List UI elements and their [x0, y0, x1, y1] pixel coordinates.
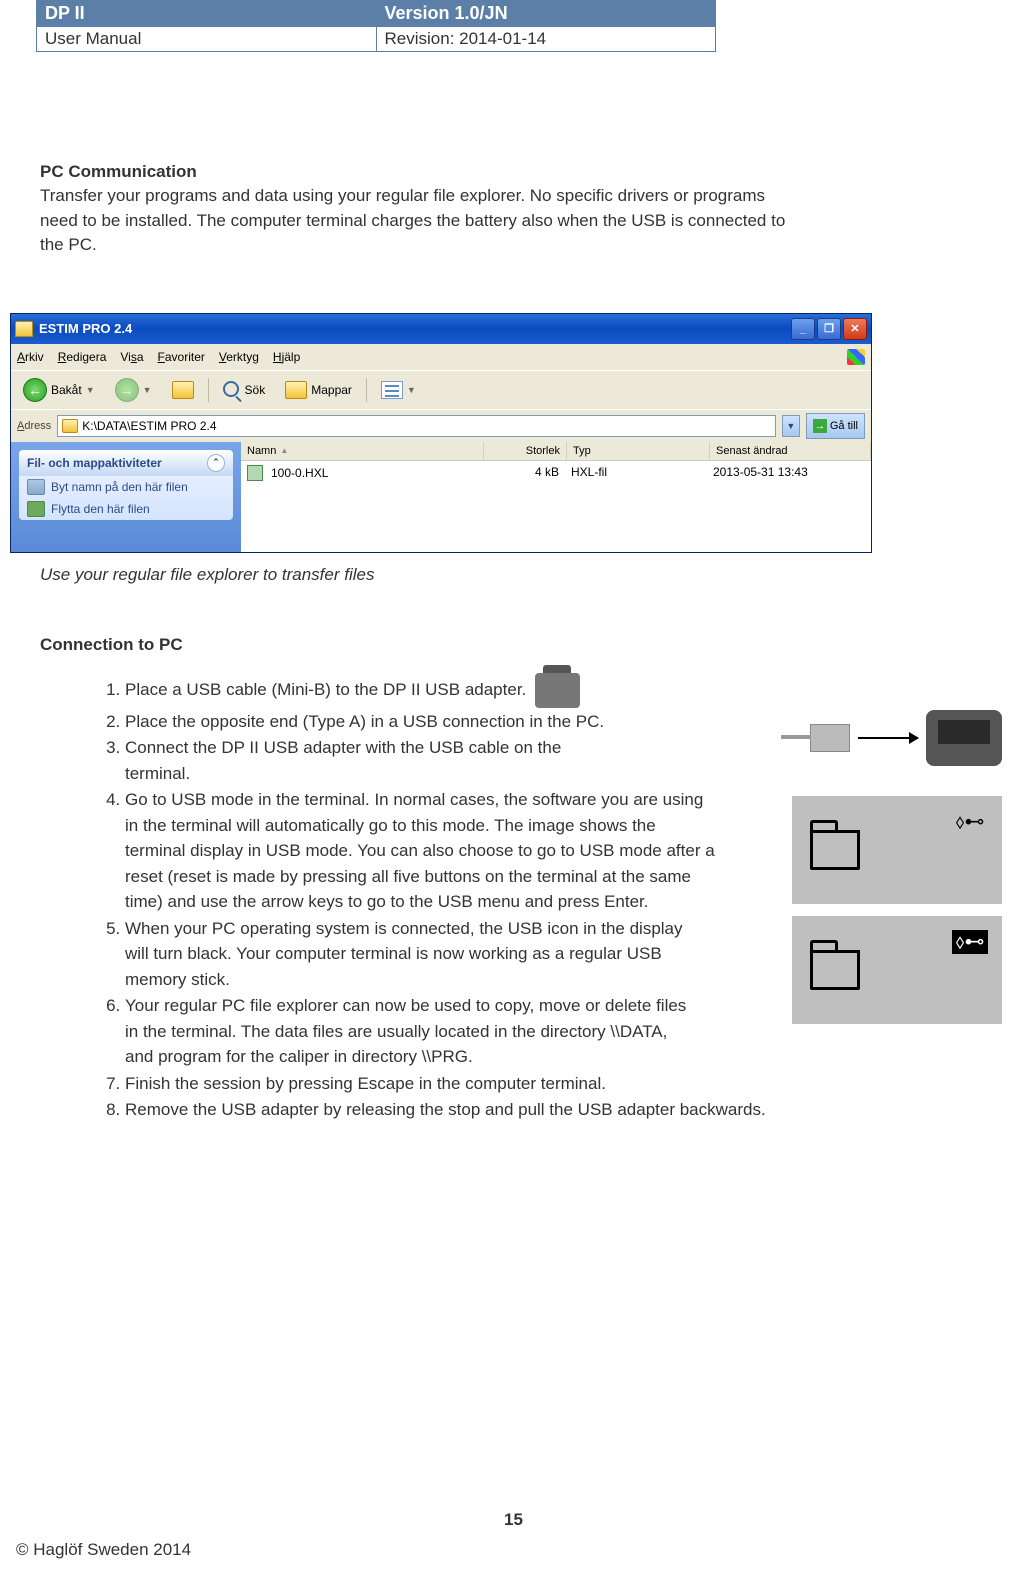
address-input[interactable]: K:\DATA\ESTIM PRO 2.4: [57, 415, 776, 437]
address-bar: Adress K:\DATA\ESTIM PRO 2.4 ▼ → Gå till: [11, 409, 871, 442]
go-arrow-icon: →: [813, 419, 827, 433]
up-button[interactable]: [166, 379, 200, 401]
pc-comm-title: PC Communication: [40, 162, 987, 182]
search-label: Sök: [245, 383, 266, 397]
file-size: 4 kB: [483, 463, 565, 483]
hdr-subtitle: User Manual: [37, 27, 377, 52]
explorer-caption: Use your regular file explorer to transf…: [40, 565, 987, 585]
rename-icon: [27, 479, 45, 495]
usb-icon: ⬨⊷: [952, 810, 988, 834]
side-images: ⬨⊷ ⬨⊷: [782, 710, 1002, 1024]
menu-redigera[interactable]: Redigera: [58, 350, 107, 364]
go-label: Gå till: [830, 420, 858, 432]
windows-flag-icon: [847, 349, 865, 365]
folders-label: Mappar: [311, 383, 352, 397]
menu-hjalp[interactable]: Hjälp: [273, 350, 300, 364]
explorer-menubar: Arkiv Redigera Visa Favoriter Verktyg Hj…: [11, 344, 871, 370]
folder-icon: [15, 321, 33, 337]
forward-icon: →: [115, 378, 139, 402]
menu-favoriter[interactable]: Favoriter: [158, 350, 205, 364]
folders-button[interactable]: Mappar: [279, 379, 358, 401]
step-8: Remove the USB adapter by releasing the …: [125, 1097, 795, 1123]
task-header-label: Fil- och mappaktiviteter: [27, 456, 162, 470]
explorer-title: ESTIM PRO 2.4: [39, 321, 791, 336]
search-icon: [223, 381, 241, 399]
task-panel: Fil- och mappaktiviteter ⌃ Byt namn på d…: [11, 442, 241, 552]
usb-screen-connected: ⬨⊷: [792, 916, 1002, 1024]
views-icon: [381, 381, 403, 399]
terminal-device-icon: [926, 710, 1002, 766]
menu-arkiv[interactable]: Arkiv: [17, 350, 44, 364]
folder-large-icon: [810, 950, 860, 990]
folder-large-icon: [810, 830, 860, 870]
col-type[interactable]: Typ: [567, 442, 710, 460]
step-6: Your regular PC file explorer can now be…: [125, 993, 695, 1070]
hdr-version: Version 1.0/JN: [376, 1, 716, 27]
address-dropdown[interactable]: ▼: [782, 415, 800, 437]
step-7: Finish the session by pressing Escape in…: [125, 1071, 795, 1097]
explorer-toolbar: ← Bakåt ▼ → ▼ Sök Mappar: [11, 370, 871, 409]
minimize-button[interactable]: _: [791, 318, 815, 340]
step-3: Connect the DP II USB adapter with the U…: [125, 735, 795, 786]
copyright: © Haglöf Sweden 2014: [16, 1540, 191, 1560]
pc-comm-text: Transfer your programs and data using yo…: [40, 184, 800, 258]
step-1: Place a USB cable (Mini-B) to the DP II …: [125, 673, 795, 708]
conn-title: Connection to PC: [40, 635, 987, 655]
task-move[interactable]: Flytta den här filen: [19, 498, 233, 520]
menu-visa[interactable]: Visa: [120, 350, 143, 364]
folders-icon: [285, 381, 307, 399]
search-button[interactable]: Sök: [217, 379, 272, 401]
address-value: K:\DATA\ESTIM PRO 2.4: [82, 419, 216, 433]
chevron-up-icon: ⌃: [207, 454, 225, 472]
task-rename[interactable]: Byt namn på den här filen: [19, 476, 233, 498]
step-5: When your PC operating system is connect…: [125, 916, 695, 993]
folder-up-icon: [172, 381, 194, 399]
folder-icon: [62, 419, 78, 433]
usb-adapter-icon: [535, 673, 580, 708]
close-button[interactable]: ✕: [843, 318, 867, 340]
back-label: Bakåt: [51, 383, 82, 397]
file-type: HXL-fil: [565, 463, 707, 483]
file-row[interactable]: 100-0.HXL 4 kB HXL-fil 2013-05-31 13:43: [241, 461, 871, 485]
back-button[interactable]: ← Bakåt ▼: [17, 376, 101, 404]
col-name[interactable]: Namn ▲: [241, 442, 484, 460]
forward-button[interactable]: → ▼: [109, 376, 158, 404]
back-icon: ←: [23, 378, 47, 402]
step-2: Place the opposite end (Type A) in a USB…: [125, 709, 795, 735]
task-header[interactable]: Fil- och mappaktiviteter ⌃: [19, 450, 233, 476]
address-label: Adress: [17, 420, 51, 432]
move-icon: [27, 501, 45, 517]
task-move-label: Flytta den här filen: [51, 502, 150, 516]
file-list: Namn ▲ Storlek Typ Senast ändrad 100-0.H…: [241, 442, 871, 552]
maximize-button[interactable]: ❐: [817, 318, 841, 340]
file-icon: [247, 465, 263, 481]
usb-plug-icon: [810, 724, 850, 752]
usb-icon-active: ⬨⊷: [952, 930, 988, 954]
explorer-window: ESTIM PRO 2.4 _ ❐ ✕ Arkiv Redigera Visa …: [10, 313, 872, 553]
usb-screen-idle: ⬨⊷: [792, 796, 1002, 904]
views-button[interactable]: ▼: [375, 379, 422, 401]
file-name: 100-0.HXL: [271, 466, 328, 480]
arrow-right-icon: [858, 737, 918, 739]
file-date: 2013-05-31 13:43: [707, 463, 871, 483]
menu-verktyg[interactable]: Verktyg: [219, 350, 259, 364]
column-headers: Namn ▲ Storlek Typ Senast ändrad: [241, 442, 871, 461]
hdr-title: DP II: [37, 1, 377, 27]
explorer-titlebar: ESTIM PRO 2.4 _ ❐ ✕: [11, 314, 871, 344]
task-rename-label: Byt namn på den här filen: [51, 480, 188, 494]
page-number: 15: [0, 1510, 1027, 1530]
sort-asc-icon: ▲: [280, 446, 288, 455]
step-4: Go to USB mode in the terminal. In norma…: [125, 787, 715, 915]
doc-header: DP II Version 1.0/JN User Manual Revisio…: [36, 0, 716, 52]
hdr-revision: Revision: 2014-01-14: [376, 27, 716, 52]
col-size[interactable]: Storlek: [484, 442, 567, 460]
col-date[interactable]: Senast ändrad: [710, 442, 871, 460]
conn-steps: Place a USB cable (Mini-B) to the DP II …: [85, 673, 795, 1123]
go-button[interactable]: → Gå till: [806, 413, 865, 439]
